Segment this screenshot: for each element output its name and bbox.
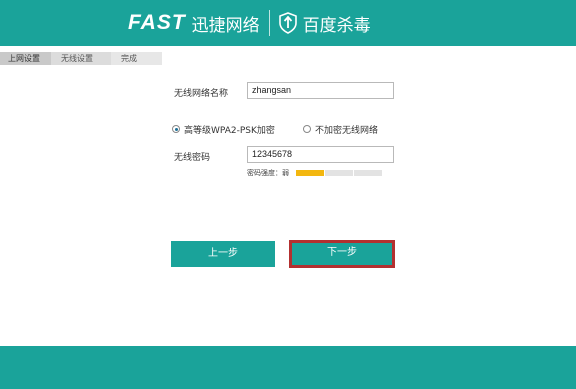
security-option-label: 高等级WPA2-PSK加密 (184, 126, 275, 136)
breadcrumb: 上网设置 无线设置 完成 (0, 52, 162, 65)
next-button[interactable]: 下一步 (289, 240, 395, 268)
security-radio-none[interactable] (303, 125, 311, 133)
password-strength-label: 密码强度：弱 (247, 169, 289, 177)
brand-logo: FAST 迅捷网络 百度杀毒 (128, 9, 371, 37)
strength-segment (296, 170, 324, 176)
ssid-input[interactable]: zhangsan (247, 82, 394, 99)
password-input[interactable]: 12345678 (247, 146, 394, 163)
previous-button[interactable]: 上一步 (171, 241, 275, 267)
password-strength-meter (296, 170, 382, 176)
fast-logo-text: FAST (128, 11, 186, 34)
password-label: 无线密码 (174, 153, 211, 163)
strength-segment (325, 170, 353, 176)
footer-bar (0, 346, 576, 389)
shield-icon (278, 12, 297, 34)
ssid-label: 无线网络名称 (174, 89, 229, 99)
partner-name: 百度杀毒 (302, 15, 371, 36)
no-encryption-label: 不加密无线网络 (315, 126, 379, 136)
brand-divider (268, 10, 270, 36)
security-radio-wpa2[interactable] (172, 125, 180, 133)
step-finish: 完成 (111, 52, 162, 65)
header-bar: FAST 迅捷网络 百度杀毒 (0, 0, 576, 46)
strength-segment (354, 170, 382, 176)
step-internet-settings: 上网设置 (0, 52, 51, 65)
brand-name: 迅捷网络 (191, 15, 260, 36)
step-wireless-settings: 无线设置 (51, 52, 111, 65)
